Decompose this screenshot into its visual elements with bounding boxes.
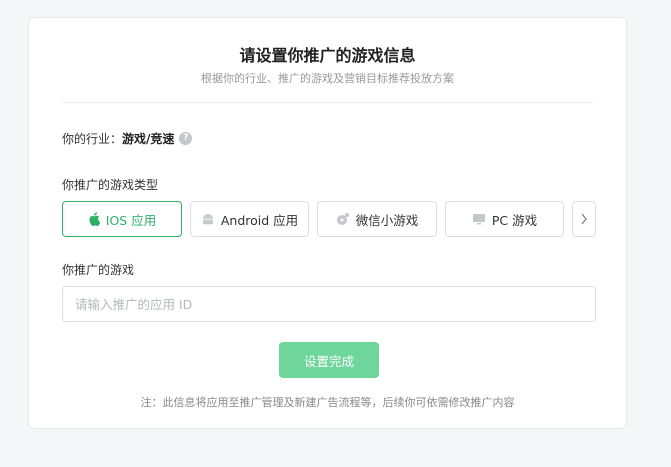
type-option-label: PC 游戏 [491,212,538,228]
game-type-selector: IOS 应用 Android 应用 微信小游戏 PC 游戏 [62,201,596,237]
note-text: 注：此信息将应用至推广管理及新建广告流程等，后续你可依需修改推广内容 [140,396,515,409]
submit-button[interactable]: 设置完成 [279,342,379,378]
monitor-icon [472,213,486,226]
android-icon [201,213,215,225]
help-icon[interactable]: ? [179,132,193,145]
industry-label: 你的行业： [62,132,123,146]
type-option-label: IOS 应用 [105,212,157,228]
chevron-right-icon [580,210,588,229]
type-option-ios[interactable]: IOS 应用 [62,201,182,237]
divider [62,102,593,103]
page-title: 请设置你推广的游戏信息 [239,46,416,65]
type-option-android[interactable]: Android 应用 [190,201,309,237]
type-option-wechat-mini-game[interactable]: 微信小游戏 [317,201,437,237]
industry-row: 你的行业： 游戏/竞速 ? [62,130,193,147]
type-option-label: 微信小游戏 [355,212,419,228]
next-types-button[interactable] [572,201,596,237]
industry-value: 游戏/竞速 [122,132,175,146]
page-subtitle: 根据你的行业、推广的游戏及营销目标推荐投放方案 [201,72,454,85]
apple-icon [88,212,100,226]
app-id-input[interactable] [62,286,596,322]
game-label: 你推广的游戏 [62,263,135,277]
type-option-pc[interactable]: PC 游戏 [445,201,564,237]
game-type-label: 你推广的游戏类型 [62,178,159,192]
type-option-label: Android 应用 [220,212,299,228]
setup-card: 请设置你推广的游戏信息 根据你的行业、推广的游戏及营销目标推荐投放方案 你的行业… [28,17,627,429]
mini-game-icon [336,212,350,226]
